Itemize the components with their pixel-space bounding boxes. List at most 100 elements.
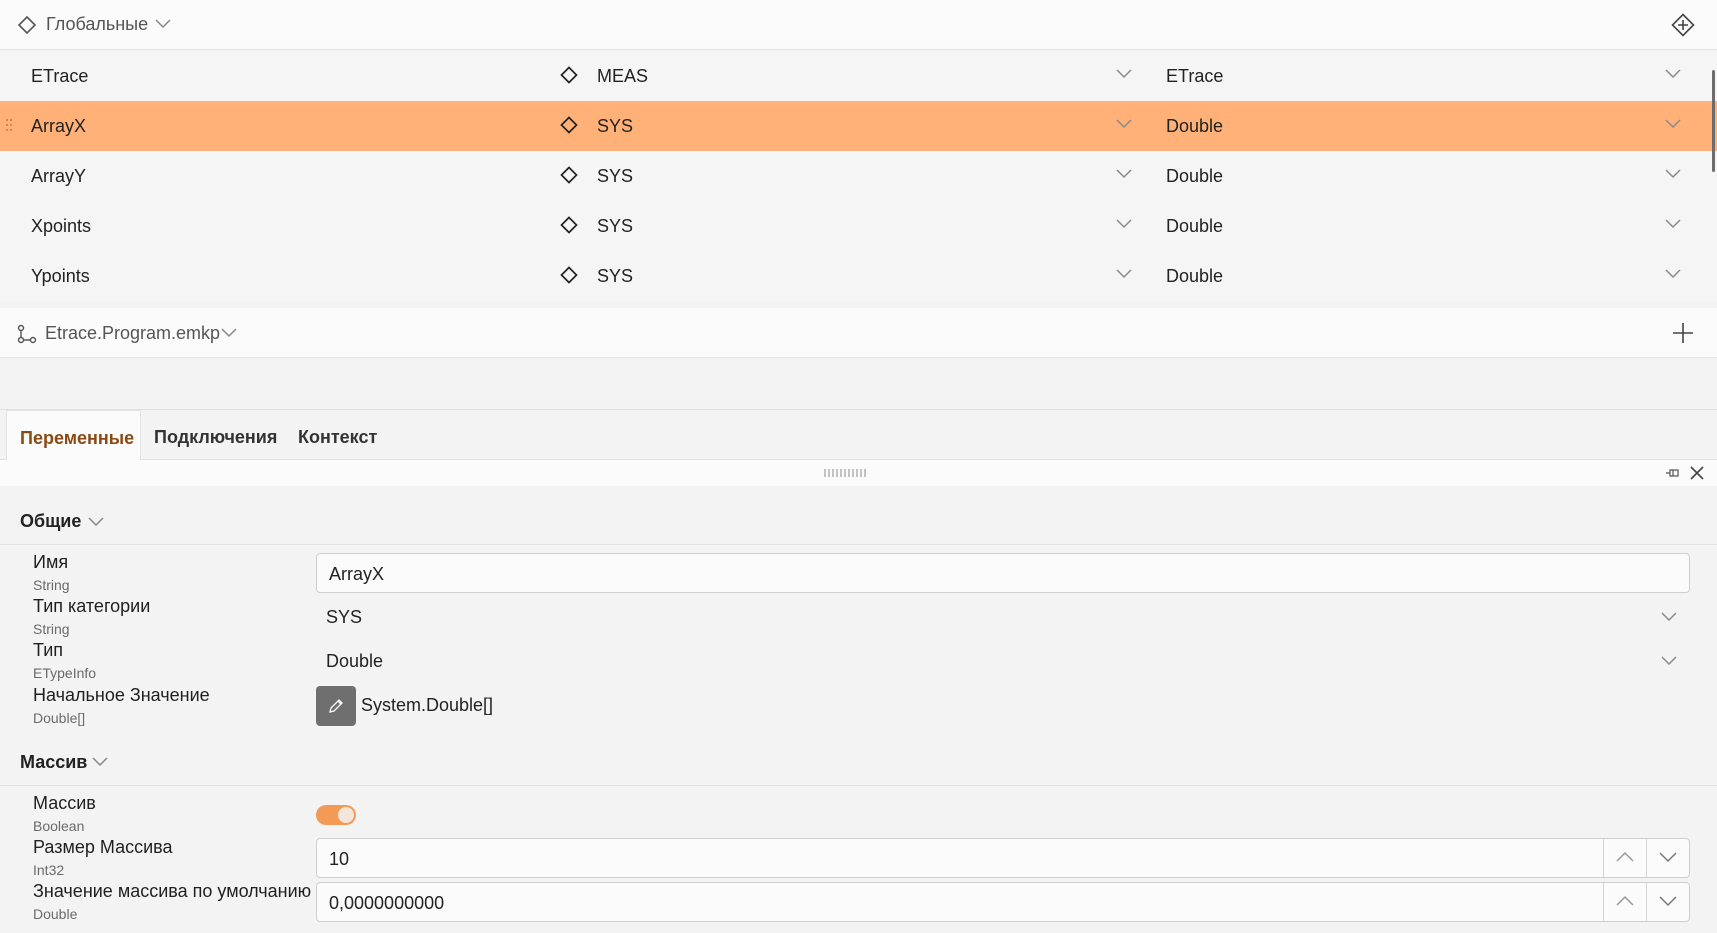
section-title: Общие (20, 511, 82, 531)
diamond-icon (560, 116, 578, 134)
edit-button[interactable] (316, 686, 356, 726)
prop-label-is-array: Массив (33, 793, 96, 813)
pin-icon[interactable] (1664, 466, 1680, 480)
prop-type-default: Double (33, 906, 78, 922)
chevron-down-icon[interactable] (1116, 169, 1132, 179)
chevron-down-icon[interactable] (1665, 119, 1681, 129)
variable-row[interactable]: ArrayX SYS Double (0, 101, 1717, 151)
section-general-header[interactable]: Общие (0, 497, 1717, 545)
toggle-knob (338, 807, 354, 823)
tab-connections[interactable]: Подключения (141, 410, 281, 460)
program-group-header[interactable]: Etrace.Program.emkp (0, 308, 1717, 358)
prop-label-initial: Начальное Значение (33, 685, 210, 705)
chevron-down-icon[interactable] (1665, 169, 1681, 179)
variable-row[interactable]: Ypoints SYS Double (0, 251, 1717, 301)
diamond-icon (560, 66, 578, 84)
decrement-button[interactable] (1646, 839, 1689, 877)
variable-name[interactable]: Xpoints (31, 216, 91, 237)
tab-label: Контекст (298, 427, 378, 447)
variable-type[interactable]: Double (1166, 216, 1223, 237)
variable-type[interactable]: Double (1166, 116, 1223, 137)
array-toggle[interactable] (316, 805, 356, 825)
chevron-down-icon[interactable] (155, 19, 171, 29)
variable-category[interactable]: SYS (597, 266, 633, 287)
variable-name[interactable]: ETrace (31, 66, 88, 87)
prop-label-name: Имя (33, 552, 69, 572)
variable-category[interactable]: SYS (597, 166, 633, 187)
prop-type-type: ETypeInfo (33, 665, 97, 681)
diamond-icon (560, 266, 578, 284)
variable-category[interactable]: SYS (597, 216, 633, 237)
branch-icon (17, 324, 37, 344)
chevron-down-icon[interactable] (1665, 69, 1681, 79)
variable-type[interactable]: ETrace (1166, 66, 1223, 87)
type-select[interactable]: Double (326, 651, 383, 672)
diamond-icon (17, 15, 37, 35)
name-input[interactable]: ArrayX (316, 553, 1690, 593)
chevron-down-icon[interactable] (88, 517, 104, 527)
prop-label-default: Значение массива по умолчанию (33, 881, 312, 901)
chevron-down-icon[interactable] (1116, 269, 1132, 279)
variable-category[interactable]: SYS (597, 116, 633, 137)
diamond-icon (560, 166, 578, 184)
prop-type-is-array: Boolean (33, 818, 85, 834)
array-size-value: 10 (329, 849, 350, 869)
variable-name[interactable]: Ypoints (31, 266, 90, 287)
prop-label-size: Размер Массива (33, 837, 173, 857)
decrement-button[interactable] (1646, 883, 1689, 921)
prop-type-name: String (33, 577, 70, 593)
tab-variables[interactable]: Переменные (6, 410, 141, 462)
panel-resize-grip[interactable] (0, 460, 1717, 486)
chevron-down-icon[interactable] (92, 757, 108, 767)
tab-label: Переменные (20, 428, 135, 448)
globals-group-header[interactable]: Глобальные (0, 0, 1717, 50)
scrollbar-thumb[interactable] (1712, 70, 1715, 172)
initial-value: System.Double[] (361, 695, 494, 715)
chevron-down-icon[interactable] (1665, 219, 1681, 229)
plus-icon[interactable] (1672, 322, 1694, 344)
chevron-down-icon (1659, 896, 1677, 907)
variable-row[interactable]: ETrace MEAS ETrace (0, 51, 1717, 101)
prop-label-category: Тип категории (33, 596, 151, 616)
array-size-stepper[interactable]: 10 (316, 838, 1690, 878)
chevron-down-icon[interactable] (1116, 219, 1132, 229)
chevron-down-icon[interactable] (1661, 612, 1677, 622)
increment-button[interactable] (1603, 883, 1646, 921)
program-title: Etrace.Program.emkp (45, 323, 221, 343)
prop-type-category: String (33, 621, 70, 637)
globals-title: Глобальные (46, 14, 149, 34)
chevron-down-icon[interactable] (1661, 656, 1677, 666)
tab-context[interactable]: Контекст (285, 410, 395, 460)
close-icon[interactable] (1689, 465, 1705, 481)
variable-name[interactable]: ArrayX (31, 116, 86, 137)
variable-type[interactable]: Double (1166, 166, 1223, 187)
section-array-header[interactable]: Массив (0, 738, 1717, 786)
increment-button[interactable] (1603, 839, 1646, 877)
section-title: Массив (20, 752, 88, 772)
grip-icon (824, 469, 866, 477)
chevron-down-icon (1659, 852, 1677, 863)
add-variable-icon[interactable] (1671, 13, 1695, 37)
variable-row[interactable]: Xpoints SYS Double (0, 201, 1717, 251)
tab-bar: Переменные Подключения Контекст (0, 409, 1717, 462)
prop-label-type: Тип (33, 640, 64, 660)
prop-type-size: Int32 (33, 862, 65, 878)
tab-label: Подключения (154, 427, 278, 447)
array-default-value: 0,0000000000 (329, 893, 445, 913)
name-input-value: ArrayX (329, 564, 385, 584)
chevron-down-icon[interactable] (1665, 269, 1681, 279)
chevron-down-icon[interactable] (1116, 69, 1132, 79)
pencil-icon (329, 699, 343, 713)
chevron-down-icon[interactable] (221, 328, 237, 338)
variable-name[interactable]: ArrayY (31, 166, 86, 187)
array-default-stepper[interactable]: 0,0000000000 (316, 882, 1690, 922)
variable-category[interactable]: MEAS (597, 66, 648, 87)
drag-handle-icon[interactable] (6, 118, 12, 132)
variable-row[interactable]: ArrayY SYS Double (0, 151, 1717, 201)
prop-type-initial: Double[] (33, 710, 86, 726)
chevron-down-icon[interactable] (1116, 119, 1132, 129)
category-select[interactable]: SYS (326, 607, 362, 628)
chevron-up-icon (1616, 895, 1634, 906)
diamond-icon (560, 216, 578, 234)
variable-type[interactable]: Double (1166, 266, 1223, 287)
